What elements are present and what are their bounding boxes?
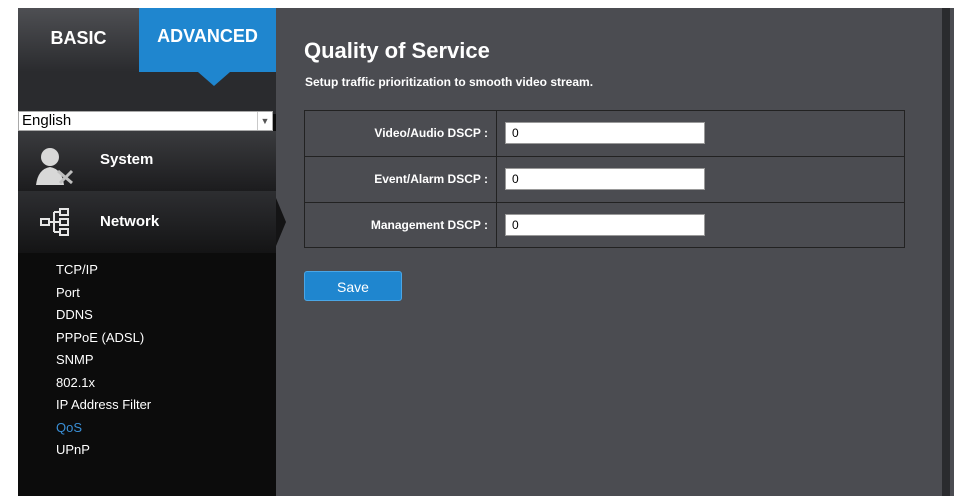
event-alarm-dscp-input[interactable]: 0 xyxy=(505,168,705,190)
chevron-down-icon[interactable]: ▼ xyxy=(257,112,272,130)
tab-basic[interactable]: BASIC xyxy=(18,8,139,72)
management-dscp-label: Management DSCP : xyxy=(305,203,497,248)
nav-system-label: System xyxy=(100,151,154,168)
video-audio-dscp-label: Video/Audio DSCP : xyxy=(305,111,497,156)
tab-advanced[interactable]: ADVANCED xyxy=(139,8,276,72)
network-tree-icon xyxy=(40,208,69,236)
save-button[interactable]: Save xyxy=(304,271,402,301)
page-subtitle: Setup traffic prioritization to smooth v… xyxy=(305,75,594,89)
form-row-video-audio: Video/Audio DSCP : 0 xyxy=(305,111,904,157)
nav-system[interactable]: System xyxy=(18,131,276,192)
submenu-item-pppoe[interactable]: PPPoE (ADSL) xyxy=(56,327,151,350)
submenu-item-upnp[interactable]: UPnP xyxy=(56,439,151,462)
submenu-item-tcpip[interactable]: TCP/IP xyxy=(56,259,151,282)
event-alarm-dscp-label: Event/Alarm DSCP : xyxy=(305,157,497,202)
active-nav-pointer xyxy=(276,198,286,246)
nav-network[interactable]: Network xyxy=(18,191,276,253)
active-tab-pointer xyxy=(198,72,230,86)
qos-form: Video/Audio DSCP : 0 Event/Alarm DSCP : … xyxy=(304,110,905,248)
form-row-event-alarm: Event/Alarm DSCP : 0 xyxy=(305,157,904,203)
mode-tabs: BASIC ADVANCED xyxy=(18,8,276,72)
video-audio-dscp-input[interactable]: 0 xyxy=(505,122,705,144)
submenu-item-qos[interactable]: QoS xyxy=(56,417,151,440)
app-frame: BASIC ADVANCED English ▼ System Network … xyxy=(18,8,954,496)
form-row-management: Management DSCP : 0 xyxy=(305,203,904,248)
submenu-item-ddns[interactable]: DDNS xyxy=(56,304,151,327)
language-select[interactable]: English ▼ xyxy=(18,111,273,131)
submenu-item-port[interactable]: Port xyxy=(56,282,151,305)
system-admin-icon xyxy=(36,148,74,185)
submenu-item-ip-filter[interactable]: IP Address Filter xyxy=(56,394,151,417)
scrollbar[interactable] xyxy=(942,8,950,496)
tab-underband xyxy=(18,72,276,114)
nav-network-label: Network xyxy=(100,213,160,230)
submenu-item-8021x[interactable]: 802.1x xyxy=(56,372,151,395)
language-select-value: English xyxy=(22,112,72,129)
network-submenu: TCP/IP Port DDNS PPPoE (ADSL) SNMP 802.1… xyxy=(56,259,151,462)
management-dscp-input[interactable]: 0 xyxy=(505,214,705,236)
sidebar: BASIC ADVANCED English ▼ System Network … xyxy=(18,8,276,496)
submenu-item-snmp[interactable]: SNMP xyxy=(56,349,151,372)
page-title: Quality of Service xyxy=(304,38,490,63)
